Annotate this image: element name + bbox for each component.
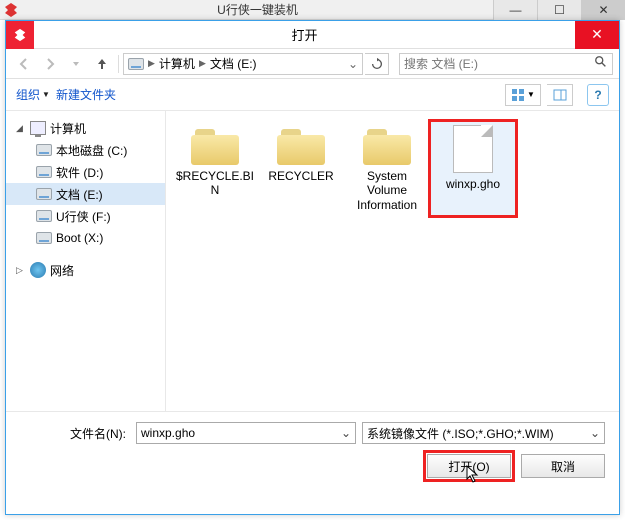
parent-window-titlebar: U行侠一键装机 — ☐ ✕	[0, 0, 625, 20]
nav-recent-dropdown[interactable]	[64, 52, 88, 76]
separator	[118, 55, 119, 73]
filename-label: 文件名(N):	[20, 425, 130, 442]
filetype-value: 系统镜像文件 (*.ISO;*.GHO;*.WIM)	[367, 425, 586, 442]
open-file-dialog: 打开 ✕ ▶ 计算机 ▶ 文档 (E:) ⌄ 组织▼ 新建文件夹 ▼	[5, 20, 620, 515]
drive-icon	[36, 188, 52, 200]
dialog-close-button[interactable]: ✕	[575, 21, 619, 49]
command-toolbar: 组织▼ 新建文件夹 ▼ ?	[6, 79, 619, 111]
dropdown-icon[interactable]: ⌄	[337, 426, 351, 440]
tree-node-drive[interactable]: 软件 (D:)	[6, 161, 165, 183]
filetype-combo[interactable]: 系统镜像文件 (*.ISO;*.GHO;*.WIM) ⌄	[362, 422, 605, 444]
tree-label: Boot (X:)	[56, 231, 103, 245]
search-input[interactable]	[404, 57, 594, 71]
filename-input[interactable]	[141, 426, 337, 440]
drive-icon	[36, 144, 52, 156]
breadcrumb-dropdown-icon[interactable]: ⌄	[348, 57, 358, 71]
collapse-icon[interactable]: ◢	[16, 123, 26, 134]
file-item-folder[interactable]: $RECYCLE.BIN	[172, 121, 258, 216]
tree-label: 计算机	[50, 120, 86, 137]
nav-back-button[interactable]	[12, 52, 36, 76]
drive-icon	[36, 166, 52, 178]
tree-label: 本地磁盘 (C:)	[56, 142, 127, 159]
file-icon	[453, 125, 493, 173]
file-name: $RECYCLE.BIN	[174, 169, 256, 198]
nav-up-button[interactable]	[90, 52, 114, 76]
file-item-folder[interactable]: System Volume Information	[344, 121, 430, 216]
dialog-logo-icon	[6, 21, 34, 49]
tree-label: 文档 (E:)	[56, 186, 103, 203]
view-mode-button[interactable]: ▼	[505, 84, 541, 106]
tree-label: 软件 (D:)	[56, 164, 103, 181]
maximize-button[interactable]: ☐	[537, 0, 581, 20]
folder-icon	[363, 125, 411, 165]
breadcrumb-bar[interactable]: ▶ 计算机 ▶ 文档 (E:) ⌄	[123, 53, 363, 75]
cancel-button[interactable]: 取消	[521, 454, 605, 478]
refresh-button[interactable]	[365, 53, 389, 75]
file-list[interactable]: $RECYCLE.BIN RECYCLER System Volume Info…	[166, 111, 619, 411]
expand-icon[interactable]: ▷	[16, 265, 26, 276]
breadcrumb-current[interactable]: 文档 (E:)	[210, 55, 257, 72]
close-button[interactable]: ✕	[581, 0, 625, 20]
file-item-folder[interactable]: RECYCLER	[258, 121, 344, 216]
dialog-bottom-bar: 文件名(N): ⌄ 系统镜像文件 (*.ISO;*.GHO;*.WIM) ⌄ 打…	[6, 411, 619, 488]
search-box[interactable]	[399, 53, 613, 75]
tree-node-network[interactable]: ▷ 网络	[6, 259, 165, 281]
file-name: winxp.gho	[446, 177, 500, 191]
tree-node-computer[interactable]: ◢ 计算机	[6, 117, 165, 139]
tree-label: U行侠 (F:)	[56, 208, 111, 225]
new-folder-button[interactable]: 新建文件夹	[56, 86, 116, 103]
filename-combo[interactable]: ⌄	[136, 422, 356, 444]
app-logo-icon	[0, 0, 22, 20]
nav-toolbar: ▶ 计算机 ▶ 文档 (E:) ⌄	[6, 49, 619, 79]
chevron-right-icon: ▶	[148, 58, 155, 69]
nav-forward-button[interactable]	[38, 52, 62, 76]
dropdown-icon[interactable]: ⌄	[586, 426, 600, 440]
tree-node-drive[interactable]: Boot (X:)	[6, 227, 165, 249]
nav-tree: ◢ 计算机 本地磁盘 (C:) 软件 (D:) 文档 (E:) U行侠 (F:)…	[6, 111, 166, 411]
dialog-body: ◢ 计算机 本地磁盘 (C:) 软件 (D:) 文档 (E:) U行侠 (F:)…	[6, 111, 619, 411]
network-icon	[30, 262, 46, 278]
parent-window-title: U行侠一键装机	[22, 1, 493, 18]
preview-pane-button[interactable]	[547, 84, 573, 106]
tree-node-drive[interactable]: U行侠 (F:)	[6, 205, 165, 227]
breadcrumb-root[interactable]: 计算机	[159, 55, 195, 72]
folder-icon	[277, 125, 325, 165]
drive-icon	[36, 210, 52, 222]
dialog-title: 打开	[34, 25, 575, 44]
help-button[interactable]: ?	[587, 84, 609, 106]
search-icon[interactable]	[594, 55, 608, 72]
tree-node-drive[interactable]: 本地磁盘 (C:)	[6, 139, 165, 161]
file-name: System Volume Information	[346, 169, 428, 212]
tree-node-drive[interactable]: 文档 (E:)	[6, 183, 165, 205]
chevron-right-icon: ▶	[199, 58, 206, 69]
computer-icon	[30, 121, 46, 135]
organize-menu[interactable]: 组织▼	[16, 86, 50, 103]
drive-icon	[128, 58, 144, 70]
file-item-gho[interactable]: winxp.gho	[430, 121, 516, 216]
dialog-titlebar: 打开 ✕	[6, 21, 619, 49]
open-button[interactable]: 打开(O)	[427, 454, 511, 478]
drive-icon	[36, 232, 52, 244]
folder-icon	[191, 125, 239, 165]
minimize-button[interactable]: —	[493, 0, 537, 20]
tree-label: 网络	[50, 262, 74, 279]
file-name: RECYCLER	[268, 169, 333, 183]
